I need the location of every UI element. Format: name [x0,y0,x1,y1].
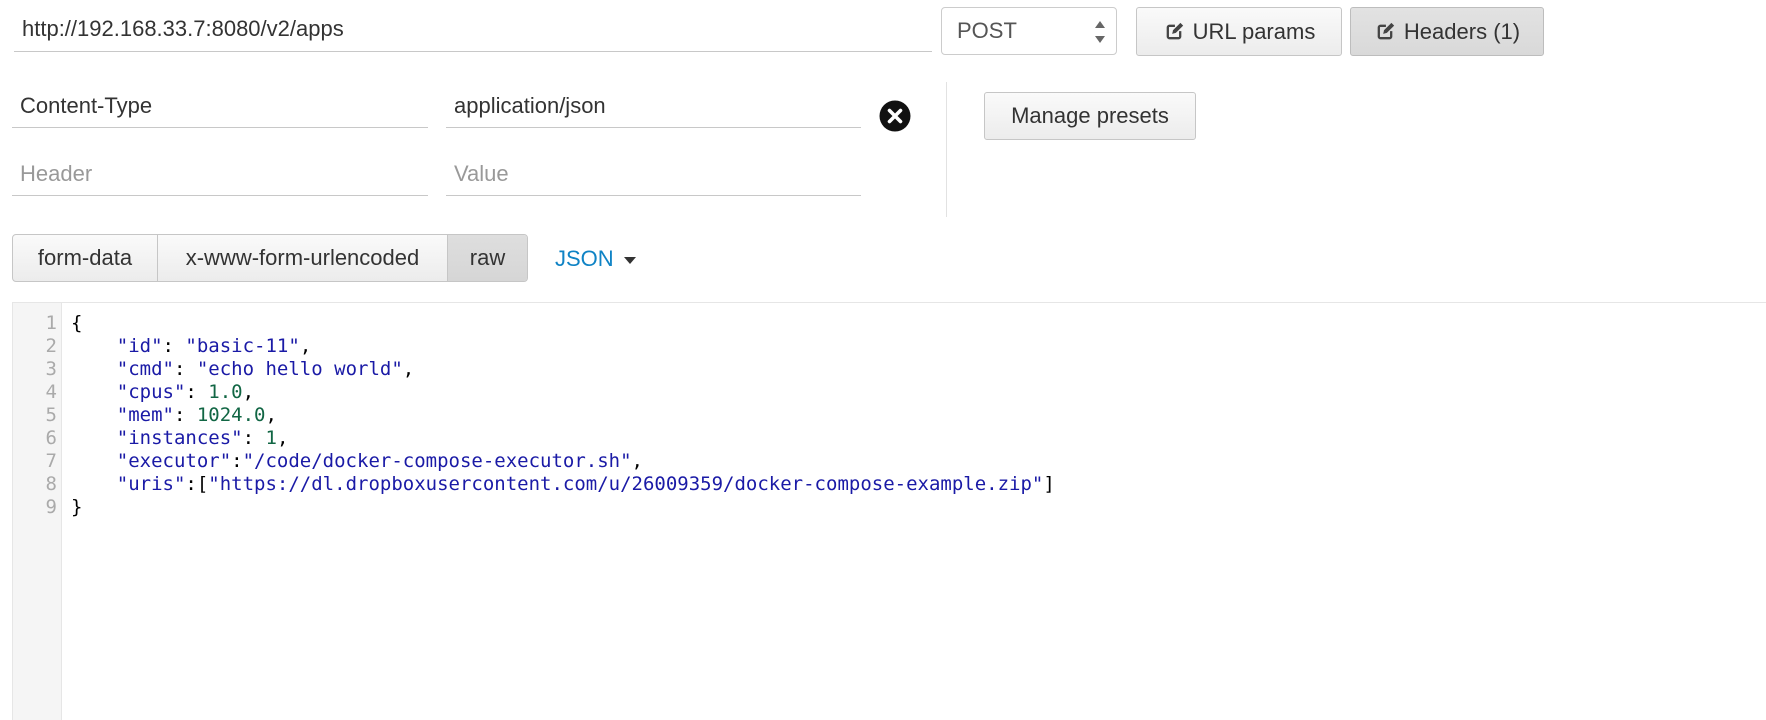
code-token: , [242,381,255,403]
line-number: 8 [45,473,57,495]
code-token: { [71,312,83,334]
code-token: , [631,450,643,472]
line-number: 3 [45,358,57,380]
code-token: "executor" [116,450,232,472]
code-line-text: "cmd": "echo hello world", [57,358,414,381]
code-content[interactable]: 1{2 "id": "basic-11", 3 "cmd": "echo hell… [13,312,1055,519]
header-name-field[interactable] [12,84,428,128]
line-number: 7 [45,450,57,472]
code-token: "cmd" [116,358,174,380]
code-token: "cpus" [116,381,186,403]
new-header-name-field[interactable] [12,152,428,196]
tab-form-data[interactable]: form-data [13,235,158,281]
code-line: 4 "cpus": 1.0, [13,381,1055,404]
code-line-text: "uris":["https://dl.dropboxusercontent.c… [57,473,1055,496]
code-token: : [231,450,243,472]
tab-label: form-data [37,245,133,270]
tab-label: raw [469,245,506,270]
code-line: 9} [13,496,1055,519]
line-number: 4 [45,381,57,403]
url-params-button[interactable]: URL params [1136,7,1342,56]
body-format-dropdown[interactable]: JSON [555,245,636,273]
code-line: 8 "uris":["https://dl.dropboxusercontent… [13,473,1055,496]
code-line-text: "mem": 1024.0, [57,404,277,427]
select-arrows-icon [1094,21,1106,43]
line-number: 2 [45,335,57,357]
code-line-text: "instances": 1, [57,427,289,450]
line-number: 6 [45,427,57,449]
code-token: : [185,381,209,403]
code-token: "echo hello world" [196,358,403,380]
code-token: , [299,335,312,357]
line-number: 1 [45,312,57,334]
code-line-text: "cpus": 1.0, [57,381,254,404]
code-editor[interactable]: 1{2 "id": "basic-11", 3 "cmd": "echo hell… [12,302,1766,720]
code-token: "id" [116,335,163,357]
code-token: : [173,358,197,380]
edit-icon [1377,22,1395,39]
code-token: 1024.0 [196,404,266,426]
line-number: 9 [45,496,57,518]
header-value-field[interactable] [446,84,861,128]
code-token: "basic-11" [185,335,300,357]
code-token: "/code/docker-compose-executor.sh" [242,450,632,472]
code-line: 1{ [13,312,1055,335]
code-token: :[ [185,473,209,495]
caret-down-icon [623,256,636,264]
url-input[interactable] [14,6,932,52]
code-line-text: { [57,312,82,335]
code-token: , [402,358,415,380]
code-line: 5 "mem": 1024.0, [13,404,1055,427]
divider [946,82,947,217]
edit-icon [1166,22,1183,39]
url-params-label: URL params [1192,18,1316,44]
tab-x-www-form-urlencoded[interactable]: x-www-form-urlencoded [158,235,448,281]
code-line: 6 "instances": 1, [13,427,1055,450]
code-token: 1 [265,427,277,449]
method-value: POST [957,18,1017,43]
method-select[interactable]: POST [941,7,1117,55]
manage-presets-button[interactable]: Manage presets [984,92,1196,140]
code-line: 2 "id": "basic-11", [13,335,1055,358]
body-type-tabs: form-data x-www-form-urlencoded raw [12,234,528,282]
new-header-value-field[interactable] [446,152,861,196]
code-token: "https://dl.dropboxusercontent.com/u/260… [208,473,1044,495]
code-line-text: } [57,496,82,519]
code-token: "instances" [116,427,243,449]
code-token: : [242,427,266,449]
code-token: 1.0 [208,381,243,403]
code-token: : [173,404,197,426]
remove-header-icon[interactable] [879,100,911,132]
body-format-label: JSON [555,246,614,271]
code-token: ] [1043,473,1055,495]
code-token: , [276,427,289,449]
code-token: } [71,496,83,518]
tab-label: x-www-form-urlencoded [185,245,420,270]
tab-raw[interactable]: raw [448,235,527,281]
code-line-text: "executor":"/code/docker-compose-executo… [57,450,643,473]
manage-presets-label: Manage presets [1011,103,1169,128]
headers-button[interactable]: Headers (1) [1350,7,1544,56]
code-token: "uris" [116,473,186,495]
line-number: 5 [45,404,57,426]
code-line: 3 "cmd": "echo hello world", [13,358,1055,381]
code-line: 7 "executor":"/code/docker-compose-execu… [13,450,1055,473]
headers-label: Headers (1) [1403,18,1521,44]
code-token: "mem" [116,404,174,426]
code-token: : [162,335,186,357]
code-line-text: "id": "basic-11", [57,335,312,358]
code-token: , [265,404,277,426]
